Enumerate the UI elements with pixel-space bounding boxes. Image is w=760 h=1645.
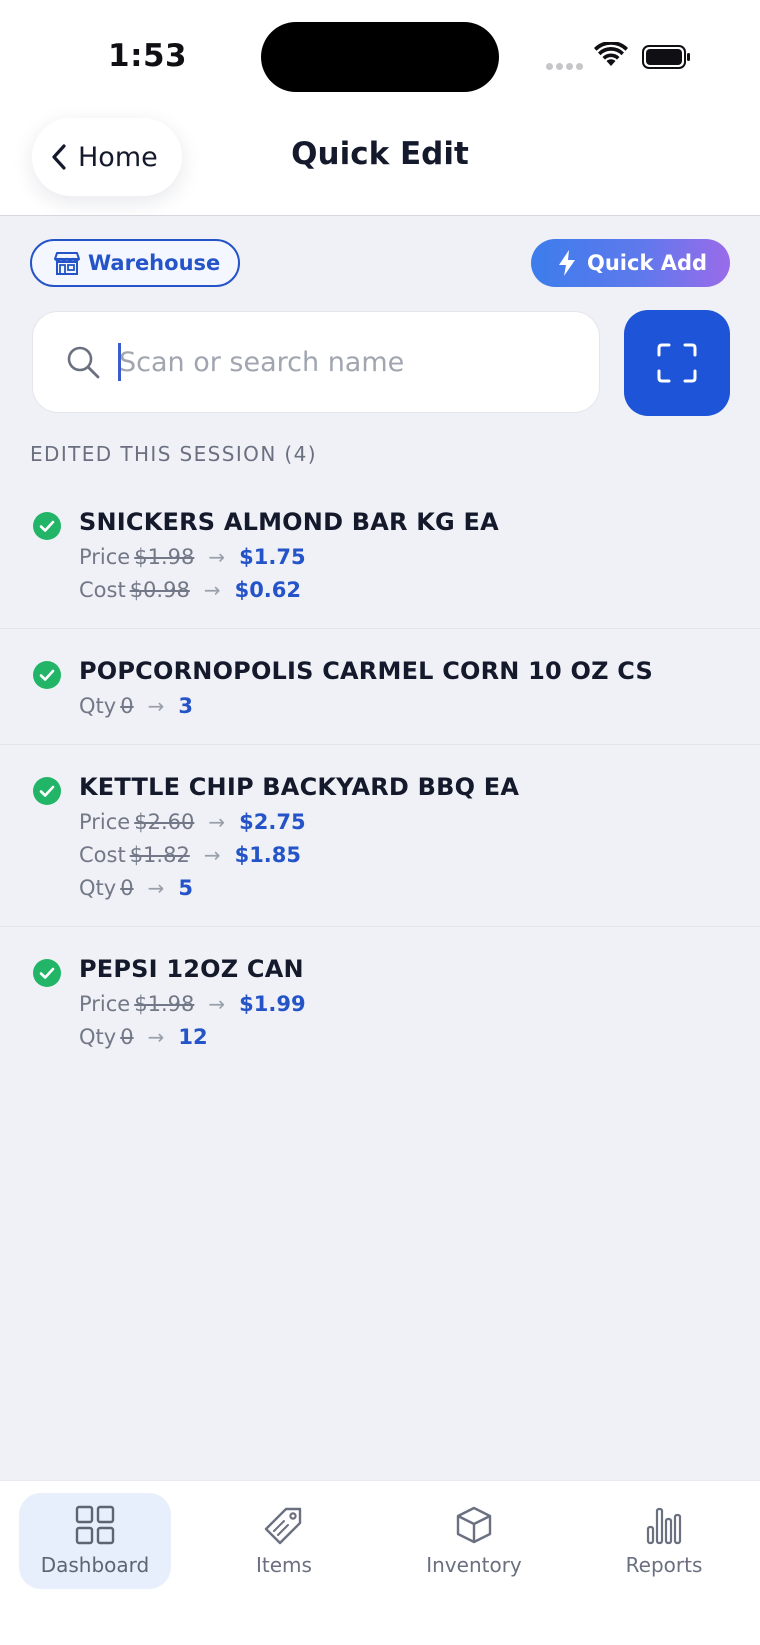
- battery-icon: [642, 45, 690, 69]
- item-name: SNICKERS ALMOND BAR KG EA: [79, 508, 499, 536]
- scan-frame-icon: [657, 343, 697, 383]
- grid-icon: [75, 1505, 115, 1545]
- nav-header: Home Quick Edit: [0, 110, 760, 216]
- field-label: Cost: [79, 578, 126, 602]
- bottom-tab-bar: Dashboard Items Inventory Reports: [0, 1480, 760, 1645]
- edited-items-list: SNICKERS ALMOND BAR KG EA Price $1.98 → $1.7…: [0, 480, 760, 1075]
- box-icon: [456, 1506, 492, 1544]
- new-value: 12: [178, 1025, 208, 1049]
- check-circle-icon: [33, 512, 61, 540]
- old-value: $1.98: [134, 992, 195, 1016]
- field-label: Price: [79, 810, 131, 834]
- location-selector-chip[interactable]: Warehouse: [30, 239, 240, 287]
- edited-item-row[interactable]: PEPSI 12OZ CAN Price $1.98 → $1.99 Qty 0 → 12: [0, 926, 760, 1075]
- arrow-right-icon: →: [203, 843, 221, 867]
- new-value: 5: [178, 876, 193, 900]
- tab-inventory[interactable]: Inventory: [398, 1493, 550, 1589]
- item-name: POPCORNOPOLIS CARMEL CORN 10 OZ CS: [79, 657, 654, 685]
- tab-items[interactable]: Items: [208, 1493, 360, 1589]
- change-row: Cost $0.98 → $0.62: [79, 578, 760, 602]
- new-value: $1.99: [239, 992, 306, 1016]
- field-label: Qty: [79, 694, 117, 718]
- search-input[interactable]: [119, 346, 559, 378]
- lightning-icon: [559, 250, 575, 276]
- change-row: Qty 0 → 3: [79, 694, 760, 718]
- change-row: Price $1.98 → $1.75: [79, 545, 760, 569]
- section-header: EDITED THIS SESSION (4): [30, 442, 317, 466]
- new-value: $0.62: [234, 578, 302, 602]
- store-icon: [54, 252, 80, 275]
- old-value: $0.98: [129, 578, 190, 602]
- new-value: $1.85: [234, 843, 302, 867]
- field-label: Price: [79, 545, 131, 569]
- arrow-right-icon: →: [147, 1025, 165, 1049]
- arrow-right-icon: →: [147, 694, 165, 718]
- change-row: Cost $1.82 → $1.85: [79, 843, 760, 867]
- page-title: Quick Edit: [291, 136, 469, 172]
- field-label: Qty: [79, 876, 117, 900]
- check-circle-icon: [33, 959, 61, 987]
- tab-label: Inventory: [426, 1553, 522, 1577]
- change-row: Price $1.98 → $1.99: [79, 992, 760, 1016]
- check-circle-icon: [33, 777, 61, 805]
- check-circle-icon: [33, 661, 61, 689]
- tab-label: Dashboard: [40, 1553, 150, 1577]
- tab-label: Reports: [625, 1553, 703, 1577]
- arrow-right-icon: →: [208, 810, 226, 834]
- quick-add-label: Quick Add: [587, 251, 708, 275]
- search-icon: [67, 346, 100, 379]
- quick-add-button[interactable]: Quick Add: [531, 239, 730, 287]
- tab-reports[interactable]: Reports: [588, 1493, 740, 1589]
- change-row: Qty 0 → 12: [79, 1025, 760, 1049]
- edited-item-row[interactable]: POPCORNOPOLIS CARMEL CORN 10 OZ CS Qty 0 → 3: [0, 628, 760, 744]
- old-value: $1.98: [134, 545, 195, 569]
- status-time: 1:53: [108, 38, 188, 74]
- text-cursor: [118, 343, 121, 381]
- old-value: 0: [120, 1025, 134, 1049]
- wifi-icon: [594, 42, 628, 66]
- new-value: 3: [178, 694, 193, 718]
- old-value: 0: [120, 694, 134, 718]
- arrow-right-icon: →: [208, 545, 226, 569]
- tab-dashboard[interactable]: Dashboard: [19, 1493, 171, 1589]
- barcode-scan-button[interactable]: [624, 310, 730, 416]
- arrow-right-icon: →: [147, 876, 165, 900]
- arrow-right-icon: →: [208, 992, 226, 1016]
- new-value: $1.75: [239, 545, 306, 569]
- old-value: $1.82: [129, 843, 190, 867]
- change-row: Price $2.60 → $2.75: [79, 810, 760, 834]
- dynamic-island: [261, 22, 499, 92]
- field-label: Price: [79, 992, 131, 1016]
- item-name: KETTLE CHIP BACKYARD BBQ EA: [79, 773, 520, 801]
- old-value: 0: [120, 876, 134, 900]
- cellular-signal-icon: [546, 63, 583, 70]
- location-chip-label: Warehouse: [88, 251, 221, 275]
- change-row: Qty 0 → 5: [79, 876, 760, 900]
- arrow-right-icon: →: [203, 578, 221, 602]
- field-label: Cost: [79, 843, 126, 867]
- tab-label: Items: [256, 1553, 312, 1577]
- bar-chart-icon: [646, 1507, 682, 1545]
- old-value: $2.60: [134, 810, 195, 834]
- edited-item-row[interactable]: SNICKERS ALMOND BAR KG EA Price $1.98 → $1.7…: [0, 480, 760, 628]
- item-name: PEPSI 12OZ CAN: [79, 955, 304, 983]
- new-value: $2.75: [239, 810, 306, 834]
- field-label: Qty: [79, 1025, 117, 1049]
- status-bar: 1:53: [0, 0, 760, 110]
- edited-item-row[interactable]: KETTLE CHIP BACKYARD BBQ EA Price $2.60 → $2…: [0, 744, 760, 926]
- tag-icon: [264, 1507, 302, 1545]
